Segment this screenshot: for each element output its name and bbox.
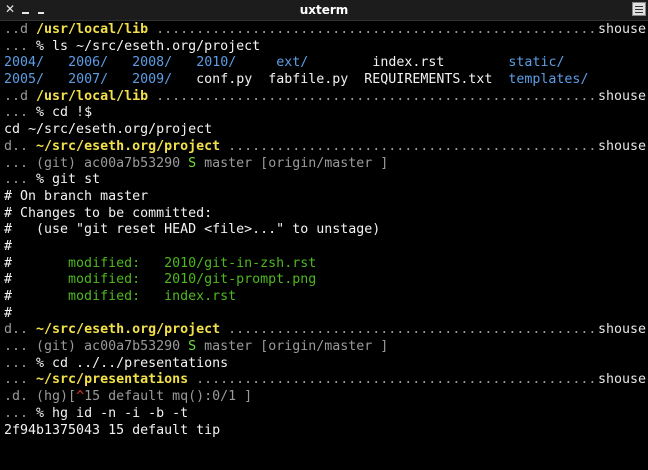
prompt-username: shouse	[597, 138, 646, 154]
terminal-line: ... % git st	[0, 172, 648, 189]
terminal-text: #	[4, 289, 69, 304]
terminal-text: ..d	[4, 88, 37, 104]
terminal-text: ..d	[4, 22, 37, 37]
terminal-text: % git st	[36, 172, 101, 188]
terminal-line: 2005/ 2007/ 2009/ conf.py fabfile.py REQ…	[0, 72, 648, 89]
terminal-line: # (use "git reset HEAD <file>..." to uns…	[0, 222, 648, 239]
terminal-text: ........................................…	[220, 322, 597, 338]
terminal-line: ..d /usr/local/lib .....................…	[0, 89, 648, 106]
terminal-text: 2007/	[68, 72, 109, 88]
terminal-text: ...	[4, 355, 37, 371]
terminal-text: conf.py fabfile.py REQUIREMENTS.txt	[172, 72, 509, 88]
terminal-text: % cd !$	[36, 105, 93, 121]
terminal-output[interactable]: ..d /usr/local/lib .....................…	[0, 22, 648, 470]
terminal-text: ........................................…	[188, 372, 597, 388]
terminal-text: % cd ../../presentations	[36, 355, 229, 371]
terminal-line: d.. ~/src/eseth.org/project ............…	[0, 139, 648, 156]
terminal-text: ...	[4, 105, 37, 121]
terminal-text: ~/src/eseth.org/project	[36, 138, 221, 154]
terminal-text: ^	[76, 389, 85, 405]
terminal-text: templates/	[508, 72, 589, 88]
window-menu-icon[interactable]	[632, 2, 646, 16]
terminal-text: # On branch master	[4, 188, 149, 204]
terminal-line: # modified: 2010/git-prompt.png	[0, 272, 648, 289]
terminal-text: ~/src/eseth.org/project	[36, 322, 221, 338]
terminal-text: ... (git) ac00a7b53290	[4, 339, 189, 355]
terminal-text: ...	[4, 38, 37, 54]
terminal-text: .d. (hg)[	[4, 389, 77, 405]
terminal-text: master [origin/master ]	[196, 155, 389, 171]
terminal-text: 15 default mq():0/1 ]	[84, 389, 253, 405]
terminal-line: ... % cd !$	[0, 105, 648, 122]
terminal-text: /usr/local/lib	[36, 88, 149, 104]
terminal-text: S	[188, 155, 197, 171]
terminal-text: 2009/	[132, 72, 173, 88]
prompt-username: shouse	[597, 372, 646, 388]
terminal-text: 2006/	[68, 55, 109, 71]
terminal-text: modified: 2010/git-prompt.png	[68, 272, 317, 288]
terminal-text: #	[4, 238, 13, 254]
terminal-text: # (use "git reset HEAD <file>..." to uns…	[4, 222, 381, 238]
prompt-username: shouse	[597, 88, 646, 104]
terminal-line: ... % ls ~/src/eseth.org/project	[0, 39, 648, 56]
prompt-username: shouse	[597, 22, 646, 37]
terminal-text: master [origin/master ]	[196, 339, 389, 355]
terminal-text: d..	[4, 138, 37, 154]
terminal-text: modified: 2010/git-in-zsh.rst	[68, 255, 317, 271]
terminal-line: # Changes to be committed:	[0, 206, 648, 223]
terminal-line: #	[0, 306, 648, 323]
terminal-text: #	[4, 255, 69, 271]
terminal-line: ... % hg id -n -i -b -t	[0, 406, 648, 423]
terminal-line: d.. ~/src/eseth.org/project ............…	[0, 322, 648, 339]
terminal-text: # Changes to be committed:	[4, 205, 213, 221]
terminal-text: 2f94b1375043 15 default tip	[4, 422, 221, 438]
terminal-line: # modified: 2010/git-in-zsh.rst	[0, 256, 648, 273]
terminal-text: static/	[508, 55, 565, 71]
terminal-text: ........................................…	[148, 88, 597, 104]
terminal-line: ... % cd ../../presentations	[0, 356, 648, 373]
terminal-line: 2f94b1375043 15 default tip	[0, 423, 648, 440]
terminal-text: ext/	[276, 55, 309, 71]
terminal-text: % hg id -n -i -b -t	[36, 405, 189, 421]
terminal-line: # modified: index.rst	[0, 289, 648, 306]
terminal-text: #	[4, 305, 13, 321]
terminal-text: ...	[4, 172, 37, 188]
terminal-line: cd ~/src/eseth.org/project	[0, 122, 648, 139]
terminal-text: ........................................…	[148, 22, 597, 37]
terminal-text: /usr/local/lib	[36, 22, 149, 37]
terminal-text: ...	[4, 405, 37, 421]
terminal-text: ... (git) ac00a7b53290	[4, 155, 189, 171]
terminal-line: #	[0, 239, 648, 256]
terminal-line: ..d /usr/local/lib .....................…	[0, 22, 648, 39]
terminal-text: d..	[4, 322, 37, 338]
terminal-text: 2008/	[132, 55, 173, 71]
terminal-line: ... (git) ac00a7b53290 S master [origin/…	[0, 339, 648, 356]
terminal-text: ........................................…	[220, 138, 597, 154]
terminal-text: modified: index.rst	[68, 289, 237, 304]
terminal-text: 2004/	[4, 55, 45, 71]
terminal-line: ... ~/src/presentations ................…	[0, 372, 648, 389]
terminal-text: index.rst	[308, 55, 509, 71]
terminal-text: % ls ~/src/eseth.org/project	[36, 38, 261, 54]
terminal-text: cd ~/src/eseth.org/project	[4, 122, 213, 138]
terminal-line: .d. (hg)[^15 default mq():0/1 ]	[0, 389, 648, 406]
terminal-text: S	[188, 339, 197, 355]
terminal-line: ... (git) ac00a7b53290 S master [origin/…	[0, 156, 648, 173]
terminal-line: # On branch master	[0, 189, 648, 206]
terminal-text: ~/src/presentations	[36, 372, 189, 388]
terminal-text: 2010/	[196, 55, 237, 71]
terminal-text: ...	[4, 372, 37, 388]
window-titlebar[interactable]: ✕ uxterm	[0, 0, 648, 21]
terminal-text: #	[4, 272, 69, 288]
terminal-line: 2004/ 2006/ 2008/ 2010/ ext/ index.rst s…	[0, 55, 648, 72]
terminal-text: 2005/	[4, 72, 45, 88]
window-title: uxterm	[299, 3, 349, 17]
prompt-username: shouse	[597, 322, 646, 338]
